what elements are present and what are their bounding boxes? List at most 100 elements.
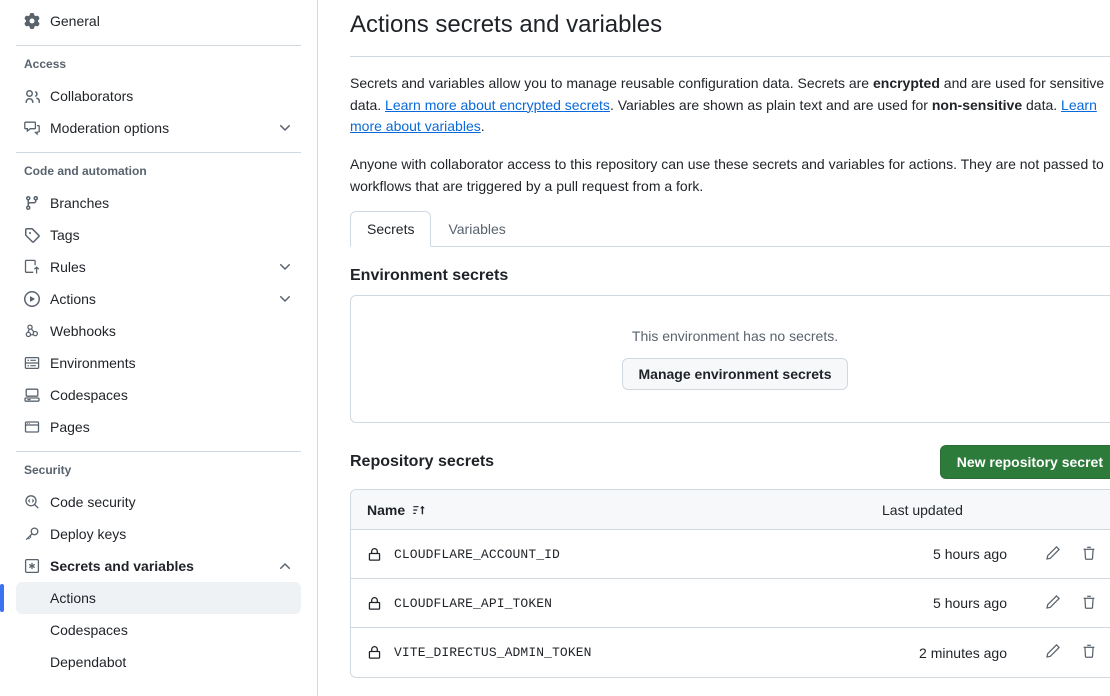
tab-secrets[interactable]: Secrets [350, 211, 431, 247]
sidebar-item-code-security[interactable]: Code security [16, 486, 301, 518]
empty-state-text: This environment has no secrets. [632, 328, 838, 344]
sidebar-divider [16, 45, 301, 46]
secret-name: CLOUDFLARE_API_TOKEN [394, 596, 552, 611]
sidebar-item-label: Moderation options [50, 121, 267, 135]
pencil-icon [1045, 545, 1061, 564]
webhook-icon [24, 323, 40, 339]
sidebar-item-tags[interactable]: Tags [16, 219, 301, 251]
git-branch-icon [24, 195, 40, 211]
desc-bold-encrypted: encrypted [873, 75, 940, 91]
column-header-name[interactable]: Name [367, 502, 882, 518]
description-paragraph-1: Secrets and variables allow you to manag… [350, 73, 1110, 138]
secret-last-updated: 5 hours ago [882, 595, 1017, 611]
lock-icon [367, 645, 382, 660]
sidebar-subitem-dependabot[interactable]: Dependabot [16, 646, 301, 678]
sidebar-item-label: Environments [50, 356, 293, 370]
sidebar-item-webhooks[interactable]: Webhooks [16, 315, 301, 347]
sidebar-item-rules[interactable]: Rules [16, 251, 301, 283]
sidebar-group-code-and-automation: Code and automation [16, 161, 301, 181]
delete-secret-button[interactable] [1081, 643, 1097, 662]
comment-discussion-icon [24, 120, 40, 136]
asterisk-box-icon [24, 558, 40, 574]
sidebar-item-actions[interactable]: Actions [16, 283, 301, 315]
tab-label: Secrets [367, 221, 414, 237]
sidebar-item-label: Rules [50, 260, 267, 274]
gear-icon [24, 13, 40, 29]
title-divider [350, 56, 1110, 57]
sidebar-group-access: Access [16, 54, 301, 74]
new-repository-secret-button[interactable]: New repository secret [940, 445, 1110, 479]
sidebar-item-environments[interactable]: Environments [16, 347, 301, 379]
sidebar-item-label: Secrets and variables [50, 559, 267, 573]
sidebar-item-moderation-options[interactable]: Moderation options [16, 112, 301, 144]
delete-secret-button[interactable] [1081, 594, 1097, 613]
sidebar-item-branches[interactable]: Branches [16, 187, 301, 219]
column-header-last-updated: Last updated [882, 502, 1017, 518]
environment-secrets-heading: Environment secrets [350, 267, 1110, 285]
table-row: CLOUDFLARE_API_TOKEN 5 hours ago [351, 579, 1110, 628]
desc-bold-non-sensitive: non-sensitive [932, 97, 1022, 113]
sidebar-item-label: Branches [50, 196, 293, 210]
sidebar-item-codespaces[interactable]: Codespaces [16, 379, 301, 411]
sidebar-item-collaborators[interactable]: Collaborators [16, 80, 301, 112]
sidebar-item-general[interactable]: General [16, 5, 301, 37]
rules-icon [24, 259, 40, 275]
sidebar-item-label: Deploy keys [50, 527, 293, 541]
settings-sidebar: General Access Collaborators Moderation … [0, 0, 318, 696]
desc-text: Secrets and variables allow you to manag… [350, 75, 873, 91]
main-content: Actions secrets and variables Secrets an… [318, 0, 1110, 696]
trash-icon [1081, 545, 1097, 564]
lock-icon [367, 547, 382, 562]
sidebar-item-label: Code security [50, 495, 293, 509]
row-actions [1017, 545, 1103, 564]
sidebar-subitem-label: Codespaces [50, 622, 128, 638]
edit-secret-button[interactable] [1045, 643, 1061, 662]
secret-name-cell: CLOUDFLARE_ACCOUNT_ID [367, 547, 882, 562]
description-paragraph-2: Anyone with collaborator access to this … [350, 154, 1110, 197]
sidebar-group-security: Security [16, 460, 301, 480]
sidebar-item-label: Actions [50, 292, 267, 306]
sidebar-item-secrets-and-variables[interactable]: Secrets and variables [16, 550, 301, 582]
code-scan-icon [24, 494, 40, 510]
pencil-icon [1045, 594, 1061, 613]
secret-name-cell: CLOUDFLARE_API_TOKEN [367, 596, 882, 611]
settings-page: General Access Collaborators Moderation … [0, 0, 1110, 696]
table-header-row: Name Last updated [351, 490, 1110, 530]
play-icon [24, 291, 40, 307]
desc-text: . Variables are shown as plain text and … [610, 97, 932, 113]
edit-secret-button[interactable] [1045, 594, 1061, 613]
tab-label: Variables [448, 221, 505, 237]
repository-secrets-heading: Repository secrets [350, 453, 494, 471]
link-encrypted-secrets[interactable]: Learn more about encrypted secrets [385, 97, 610, 113]
edit-secret-button[interactable] [1045, 545, 1061, 564]
chevron-up-icon [277, 558, 293, 574]
secret-name: VITE_DIRECTUS_ADMIN_TOKEN [394, 645, 592, 660]
codespaces-icon [24, 387, 40, 403]
sidebar-item-deploy-keys[interactable]: Deploy keys [16, 518, 301, 550]
chevron-down-icon [277, 291, 293, 307]
sidebar-item-label: General [50, 14, 293, 28]
sort-ascending-icon [412, 503, 426, 517]
secret-name: CLOUDFLARE_ACCOUNT_ID [394, 547, 560, 562]
sidebar-item-label: Codespaces [50, 388, 293, 402]
secret-last-updated: 2 minutes ago [882, 645, 1017, 661]
sidebar-item-label: Webhooks [50, 324, 293, 338]
secret-name-cell: VITE_DIRECTUS_ADMIN_TOKEN [367, 645, 882, 660]
tab-variables[interactable]: Variables [431, 211, 522, 247]
tab-list: Secrets Variables [350, 211, 1110, 247]
tag-icon [24, 227, 40, 243]
people-icon [24, 88, 40, 104]
column-header-name-label: Name [367, 502, 405, 518]
browser-icon [24, 419, 40, 435]
sidebar-subitem-actions[interactable]: Actions [16, 582, 301, 614]
sidebar-divider [16, 152, 301, 153]
row-actions [1017, 643, 1103, 662]
desc-text: data. [1022, 97, 1061, 113]
table-row: VITE_DIRECTUS_ADMIN_TOKEN 2 minutes ago [351, 628, 1110, 677]
sidebar-subitem-codespaces[interactable]: Codespaces [16, 614, 301, 646]
key-icon [24, 526, 40, 542]
delete-secret-button[interactable] [1081, 545, 1097, 564]
sidebar-divider [16, 451, 301, 452]
manage-environment-secrets-button[interactable]: Manage environment secrets [622, 358, 849, 390]
sidebar-item-pages[interactable]: Pages [16, 411, 301, 443]
